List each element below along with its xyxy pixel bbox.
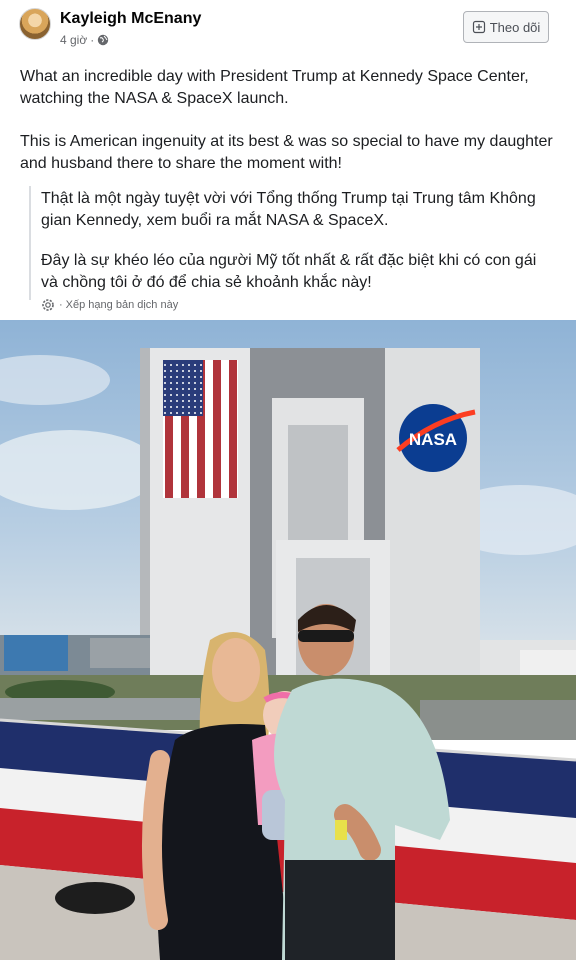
post-text-paragraph-2: This is American ingenuity at its best &… bbox=[20, 133, 553, 172]
follow-label: Theo dõi bbox=[489, 19, 541, 35]
gear-icon bbox=[42, 299, 54, 311]
nasa-logo-text: NASA bbox=[409, 430, 457, 449]
globe-icon bbox=[98, 34, 109, 46]
author-name[interactable]: Kayleigh McEnany bbox=[60, 10, 201, 28]
translation-paragraph-1: Thật là một ngày tuyệt vời với Tổng thốn… bbox=[41, 190, 536, 229]
follow-button[interactable]: Theo dõi bbox=[463, 11, 549, 43]
rate-separator: · bbox=[59, 299, 63, 311]
rate-translation-label: Xếp hạng bản dịch này bbox=[65, 299, 179, 311]
translation-block: Thật là một ngày tuyệt vời với Tổng thốn… bbox=[29, 186, 559, 300]
photo-scene: NASA bbox=[0, 320, 576, 960]
post-photo[interactable]: NASA bbox=[0, 320, 576, 960]
american-flag bbox=[163, 360, 238, 498]
translation-paragraph-2: Đây là sự khéo léo của người Mỹ tốt nhất… bbox=[41, 252, 537, 291]
avatar[interactable] bbox=[19, 8, 51, 40]
post-text-paragraph-1: What an incredible day with President Tr… bbox=[20, 68, 529, 107]
meta-separator: · bbox=[90, 33, 95, 47]
add-icon bbox=[472, 20, 485, 34]
post-header: Kayleigh McEnany 4 giờ · Theo dõi bbox=[0, 0, 576, 60]
post-meta: 4 giờ · bbox=[60, 33, 109, 47]
rate-translation-link[interactable]: · Xếp hạng bản dịch này bbox=[40, 297, 178, 313]
facebook-post: Kayleigh McEnany 4 giờ · Theo dõi What a… bbox=[0, 0, 576, 960]
post-time[interactable]: 4 giờ bbox=[60, 33, 87, 47]
